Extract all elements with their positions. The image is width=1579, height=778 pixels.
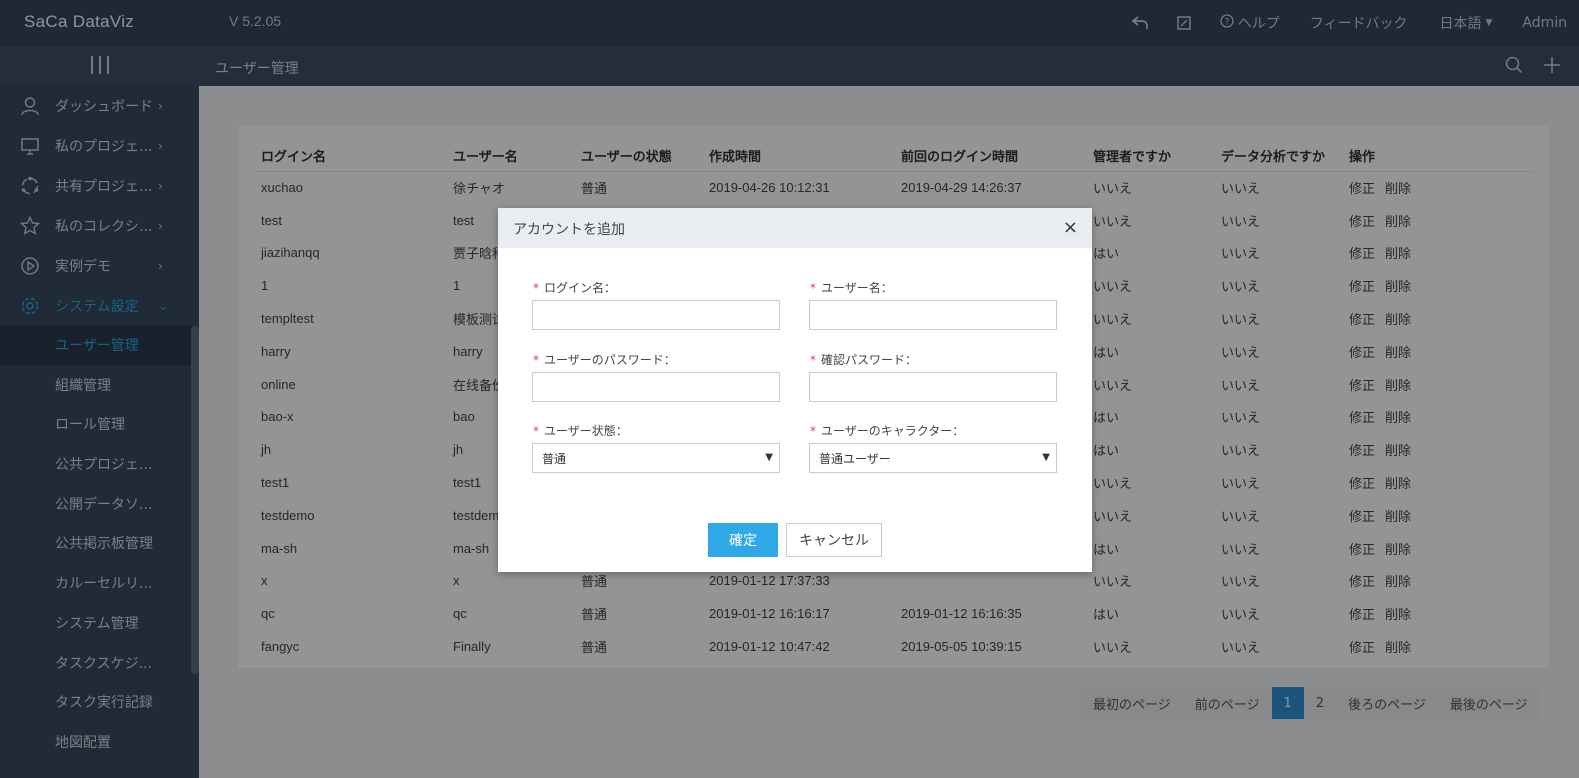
caret-down-icon: ▼ (1042, 452, 1050, 463)
dialog-header: アカウントを追加 × (498, 208, 1092, 248)
status-select-value: 普通 (542, 451, 567, 466)
caret-down-icon: ▼ (765, 452, 773, 463)
confirm-password-field[interactable] (809, 372, 1057, 402)
password-field[interactable] (532, 372, 780, 402)
required-mark: * (810, 281, 816, 295)
required-mark: * (533, 424, 539, 438)
required-mark: * (533, 353, 539, 367)
cancel-button[interactable]: キャンセル (786, 523, 882, 557)
character-label: * ユーザーのキャラクター： (810, 424, 965, 438)
character-select[interactable]: 普通ユーザー ▼ (809, 443, 1057, 473)
login-name-field[interactable] (532, 300, 780, 330)
character-select-value: 普通ユーザー (819, 451, 891, 466)
required-mark: * (810, 353, 816, 367)
confirm-button[interactable]: 確定 (708, 523, 778, 557)
dialog-title: アカウントを追加 (513, 222, 625, 238)
user-name-label: * ユーザー名： (810, 281, 893, 295)
close-icon[interactable]: × (1063, 217, 1078, 238)
required-mark: * (810, 424, 816, 438)
confirm-password-label: * 確認パスワード： (810, 353, 918, 367)
add-account-dialog: アカウントを追加 × * ログイン名： * ユーザー名： * ユーザーのパスワード： … (498, 208, 1092, 572)
password-label: * ユーザーのパスワード： (533, 353, 676, 367)
login-name-label: * ログイン名： (533, 281, 617, 295)
status-label: * ユーザー状態： (533, 424, 628, 438)
status-select[interactable]: 普通 ▼ (532, 443, 780, 473)
required-mark: * (533, 281, 539, 295)
user-name-field[interactable] (809, 300, 1057, 330)
